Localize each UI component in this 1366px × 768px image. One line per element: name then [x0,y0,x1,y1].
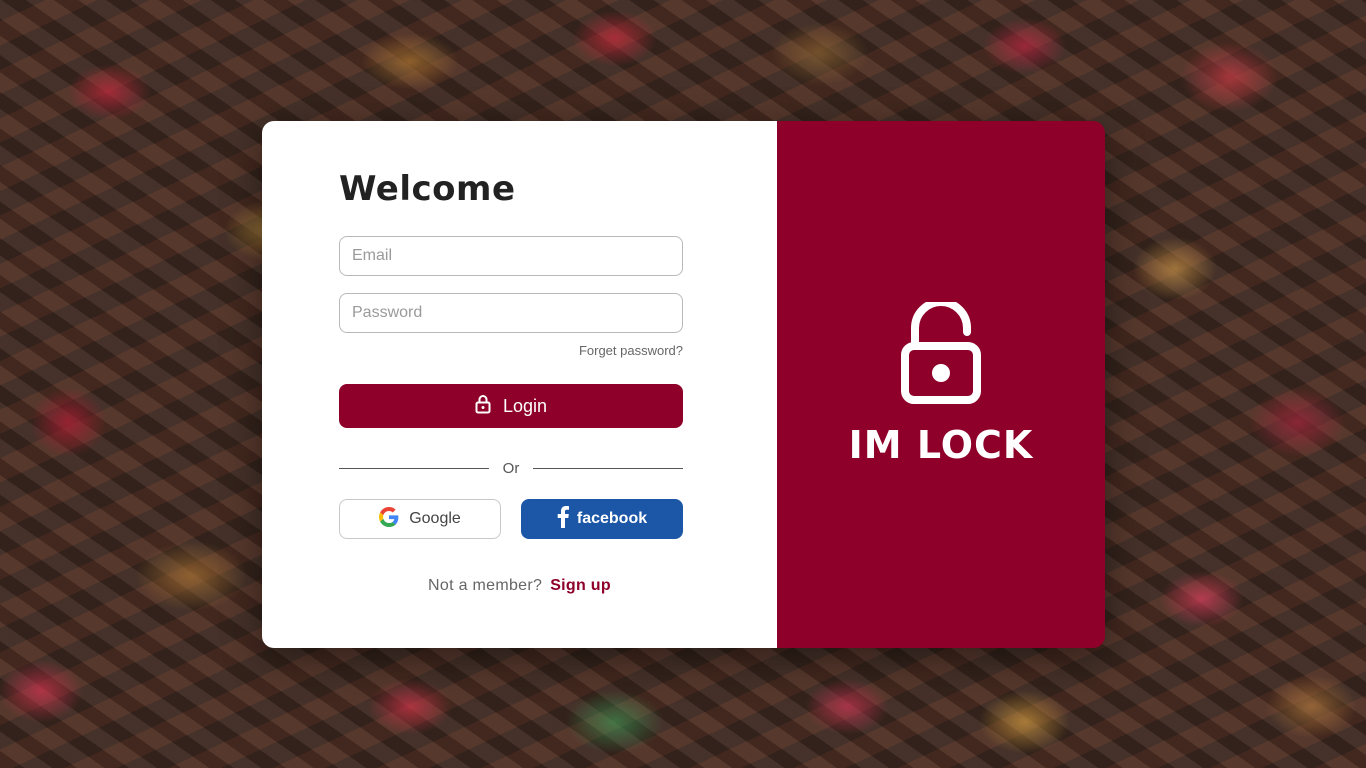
unlocked-padlock-icon [901,298,981,409]
password-field[interactable] [339,293,683,333]
signup-link[interactable]: Sign up [550,577,611,595]
login-label: Login [502,395,548,416]
page-title: Welcome [339,169,516,209]
brand-panel: IM LOCK [777,121,1105,648]
brand-name: IM LOCK [848,423,1034,467]
login-card: Welcome Forget password? Login Or [262,121,1105,648]
divider-line-right [533,468,684,469]
divider-line-left [339,468,489,469]
facebook-label: facebook [576,510,648,527]
signup-prompt: Not a member? [428,577,543,594]
divider-label: Or [502,460,520,477]
padlock-icon [475,394,491,419]
or-divider: Or [339,460,684,477]
signup-row: Not a member? Sign up [262,577,777,595]
google-icon [379,506,399,532]
email-field[interactable] [339,236,683,276]
forget-password-link[interactable]: Forget password? [579,343,683,358]
facebook-icon [557,505,569,533]
google-login-button[interactable]: Google [339,499,501,539]
login-panel: Welcome Forget password? Login Or [262,121,777,648]
facebook-login-button[interactable]: facebook [521,499,683,539]
login-button[interactable]: Login [339,384,683,428]
google-label: Google [409,510,461,527]
